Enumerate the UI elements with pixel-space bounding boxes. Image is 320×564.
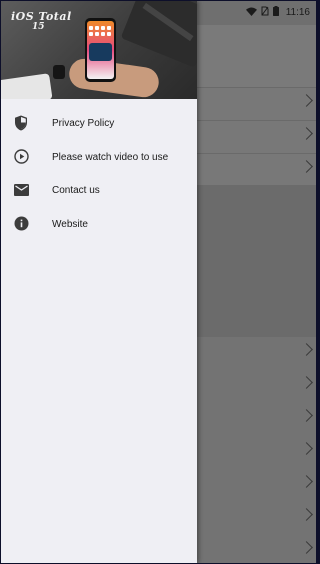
shield-icon bbox=[13, 115, 29, 131]
chevron-right-icon bbox=[300, 475, 313, 488]
chevron-right-icon bbox=[300, 376, 313, 389]
menu-item-label: Please watch video to use bbox=[52, 151, 169, 163]
play-circle-icon bbox=[13, 149, 29, 165]
navigation-drawer: iOS Total 15 Privacy Policy Please watch… bbox=[1, 1, 197, 563]
app-grid-illustration bbox=[89, 26, 112, 36]
chevron-right-icon bbox=[300, 508, 313, 521]
sleeve-illustration bbox=[1, 73, 53, 99]
mail-icon bbox=[13, 182, 29, 198]
menu-item-label: Privacy Policy bbox=[52, 118, 115, 130]
chevron-right-icon bbox=[300, 442, 313, 455]
menu-item-contact-us[interactable]: Contact us bbox=[1, 174, 197, 208]
menu-item-privacy-policy[interactable]: Privacy Policy bbox=[1, 107, 197, 141]
info-icon bbox=[13, 216, 29, 232]
widget-illustration bbox=[89, 43, 112, 61]
chevron-right-icon bbox=[300, 541, 313, 554]
menu-item-label: Website bbox=[52, 218, 88, 230]
chevron-right-icon bbox=[300, 343, 313, 356]
menu-item-watch-video[interactable]: Please watch video to use bbox=[1, 141, 197, 175]
chevron-right-icon bbox=[300, 409, 313, 422]
menu-item-website[interactable]: Website bbox=[1, 208, 197, 242]
watch-illustration bbox=[53, 65, 65, 79]
brand-subtitle: 15 bbox=[32, 22, 45, 32]
chevron-right-icon bbox=[300, 94, 313, 107]
menu-item-label: Contact us bbox=[52, 185, 100, 197]
chevron-right-icon bbox=[300, 160, 313, 173]
drawer-header-image: iOS Total 15 bbox=[1, 1, 197, 99]
no-sim-icon bbox=[261, 6, 269, 19]
status-icons: 11:16 bbox=[245, 6, 310, 19]
chevron-right-icon bbox=[300, 127, 313, 140]
status-time: 11:16 bbox=[285, 7, 310, 18]
battery-icon bbox=[272, 6, 279, 19]
wifi-icon bbox=[245, 7, 257, 19]
device-screen: 11:16 iOS Total 15 Privacy Policy Please… bbox=[1, 1, 316, 563]
drawer-menu: Privacy Policy Please watch video to use bbox=[1, 107, 197, 241]
